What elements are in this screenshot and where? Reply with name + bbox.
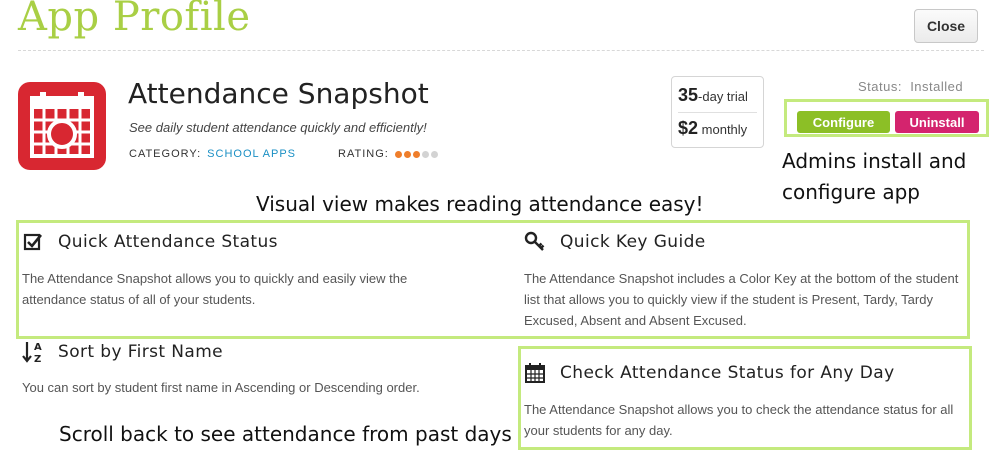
- rating-dot: [403, 150, 411, 158]
- rating-dot: [421, 150, 429, 158]
- rating-label: RATING:: [338, 148, 389, 160]
- price-amount: $2: [678, 118, 699, 138]
- svg-text:A: A: [34, 342, 42, 353]
- title-divider: [18, 50, 984, 51]
- configure-button[interactable]: Configure: [797, 111, 890, 133]
- scroll-annotation: Scroll back to see attendance from past …: [59, 422, 512, 446]
- price-box: 35-day trial $2 monthly: [671, 76, 764, 148]
- uninstall-button[interactable]: Uninstall: [895, 111, 979, 133]
- admin-annotation-line1: Admins install and: [782, 149, 967, 173]
- app-name: Attendance Snapshot: [128, 77, 429, 110]
- category-label: CATEGORY:: [129, 148, 202, 160]
- feature-body-quick-status: The Attendance Snapshot allows you to qu…: [22, 271, 408, 307]
- rating-dot: [394, 150, 402, 158]
- visual-annotation: Visual view makes reading attendance eas…: [256, 192, 704, 216]
- install-status: Status: Installed: [858, 79, 964, 94]
- feature-body-sort: You can sort by student first name in As…: [22, 380, 420, 395]
- trial-suffix: -day trial: [698, 89, 748, 104]
- trial-days: 35: [678, 85, 699, 105]
- sort-az-icon: AZ: [22, 341, 44, 364]
- admin-annotation-line2: configure app: [782, 180, 920, 204]
- rating-dot: [412, 150, 420, 158]
- key-icon: [524, 231, 546, 253]
- feature-body-key-guide: The Attendance Snapshot includes a Color…: [524, 271, 959, 328]
- feature-title-sort: AZ Sort by First Name: [22, 341, 224, 364]
- feature-title-text: Quick Key Guide: [560, 232, 706, 252]
- feature-body-check-day: The Attendance Snapshot allows you to ch…: [524, 402, 954, 438]
- app-icon: [18, 82, 106, 170]
- checkbox-icon: [22, 231, 44, 253]
- calendar-icon: [524, 362, 546, 384]
- app-meta: CATEGORY: SCHOOL APPS RATING:: [129, 148, 438, 160]
- app-description: See daily student attendance quickly and…: [129, 120, 427, 135]
- price-divider: [678, 112, 757, 113]
- close-button[interactable]: Close: [914, 9, 978, 43]
- price-period: monthly: [701, 122, 748, 137]
- feature-title-key-guide: Quick Key Guide: [524, 231, 706, 253]
- svg-text:Z: Z: [34, 354, 42, 364]
- rating-dots: [394, 150, 438, 158]
- feature-title-check-day: Check Attendance Status for Any Day: [524, 362, 895, 384]
- category-link[interactable]: SCHOOL APPS: [207, 148, 296, 160]
- page-title: App Profile: [18, 0, 251, 40]
- trial-line: 35-day trial: [678, 85, 748, 106]
- feature-title-quick-status: Quick Attendance Status: [22, 231, 278, 253]
- price-line: $2 monthly: [678, 118, 747, 139]
- feature-title-text: Check Attendance Status for Any Day: [560, 363, 895, 383]
- admin-annotation: Admins install and configure app: [782, 146, 987, 208]
- rating-dot: [430, 150, 438, 158]
- feature-title-text: Quick Attendance Status: [58, 232, 278, 252]
- feature-title-text: Sort by First Name: [58, 342, 224, 362]
- calendar-icon: [30, 92, 94, 158]
